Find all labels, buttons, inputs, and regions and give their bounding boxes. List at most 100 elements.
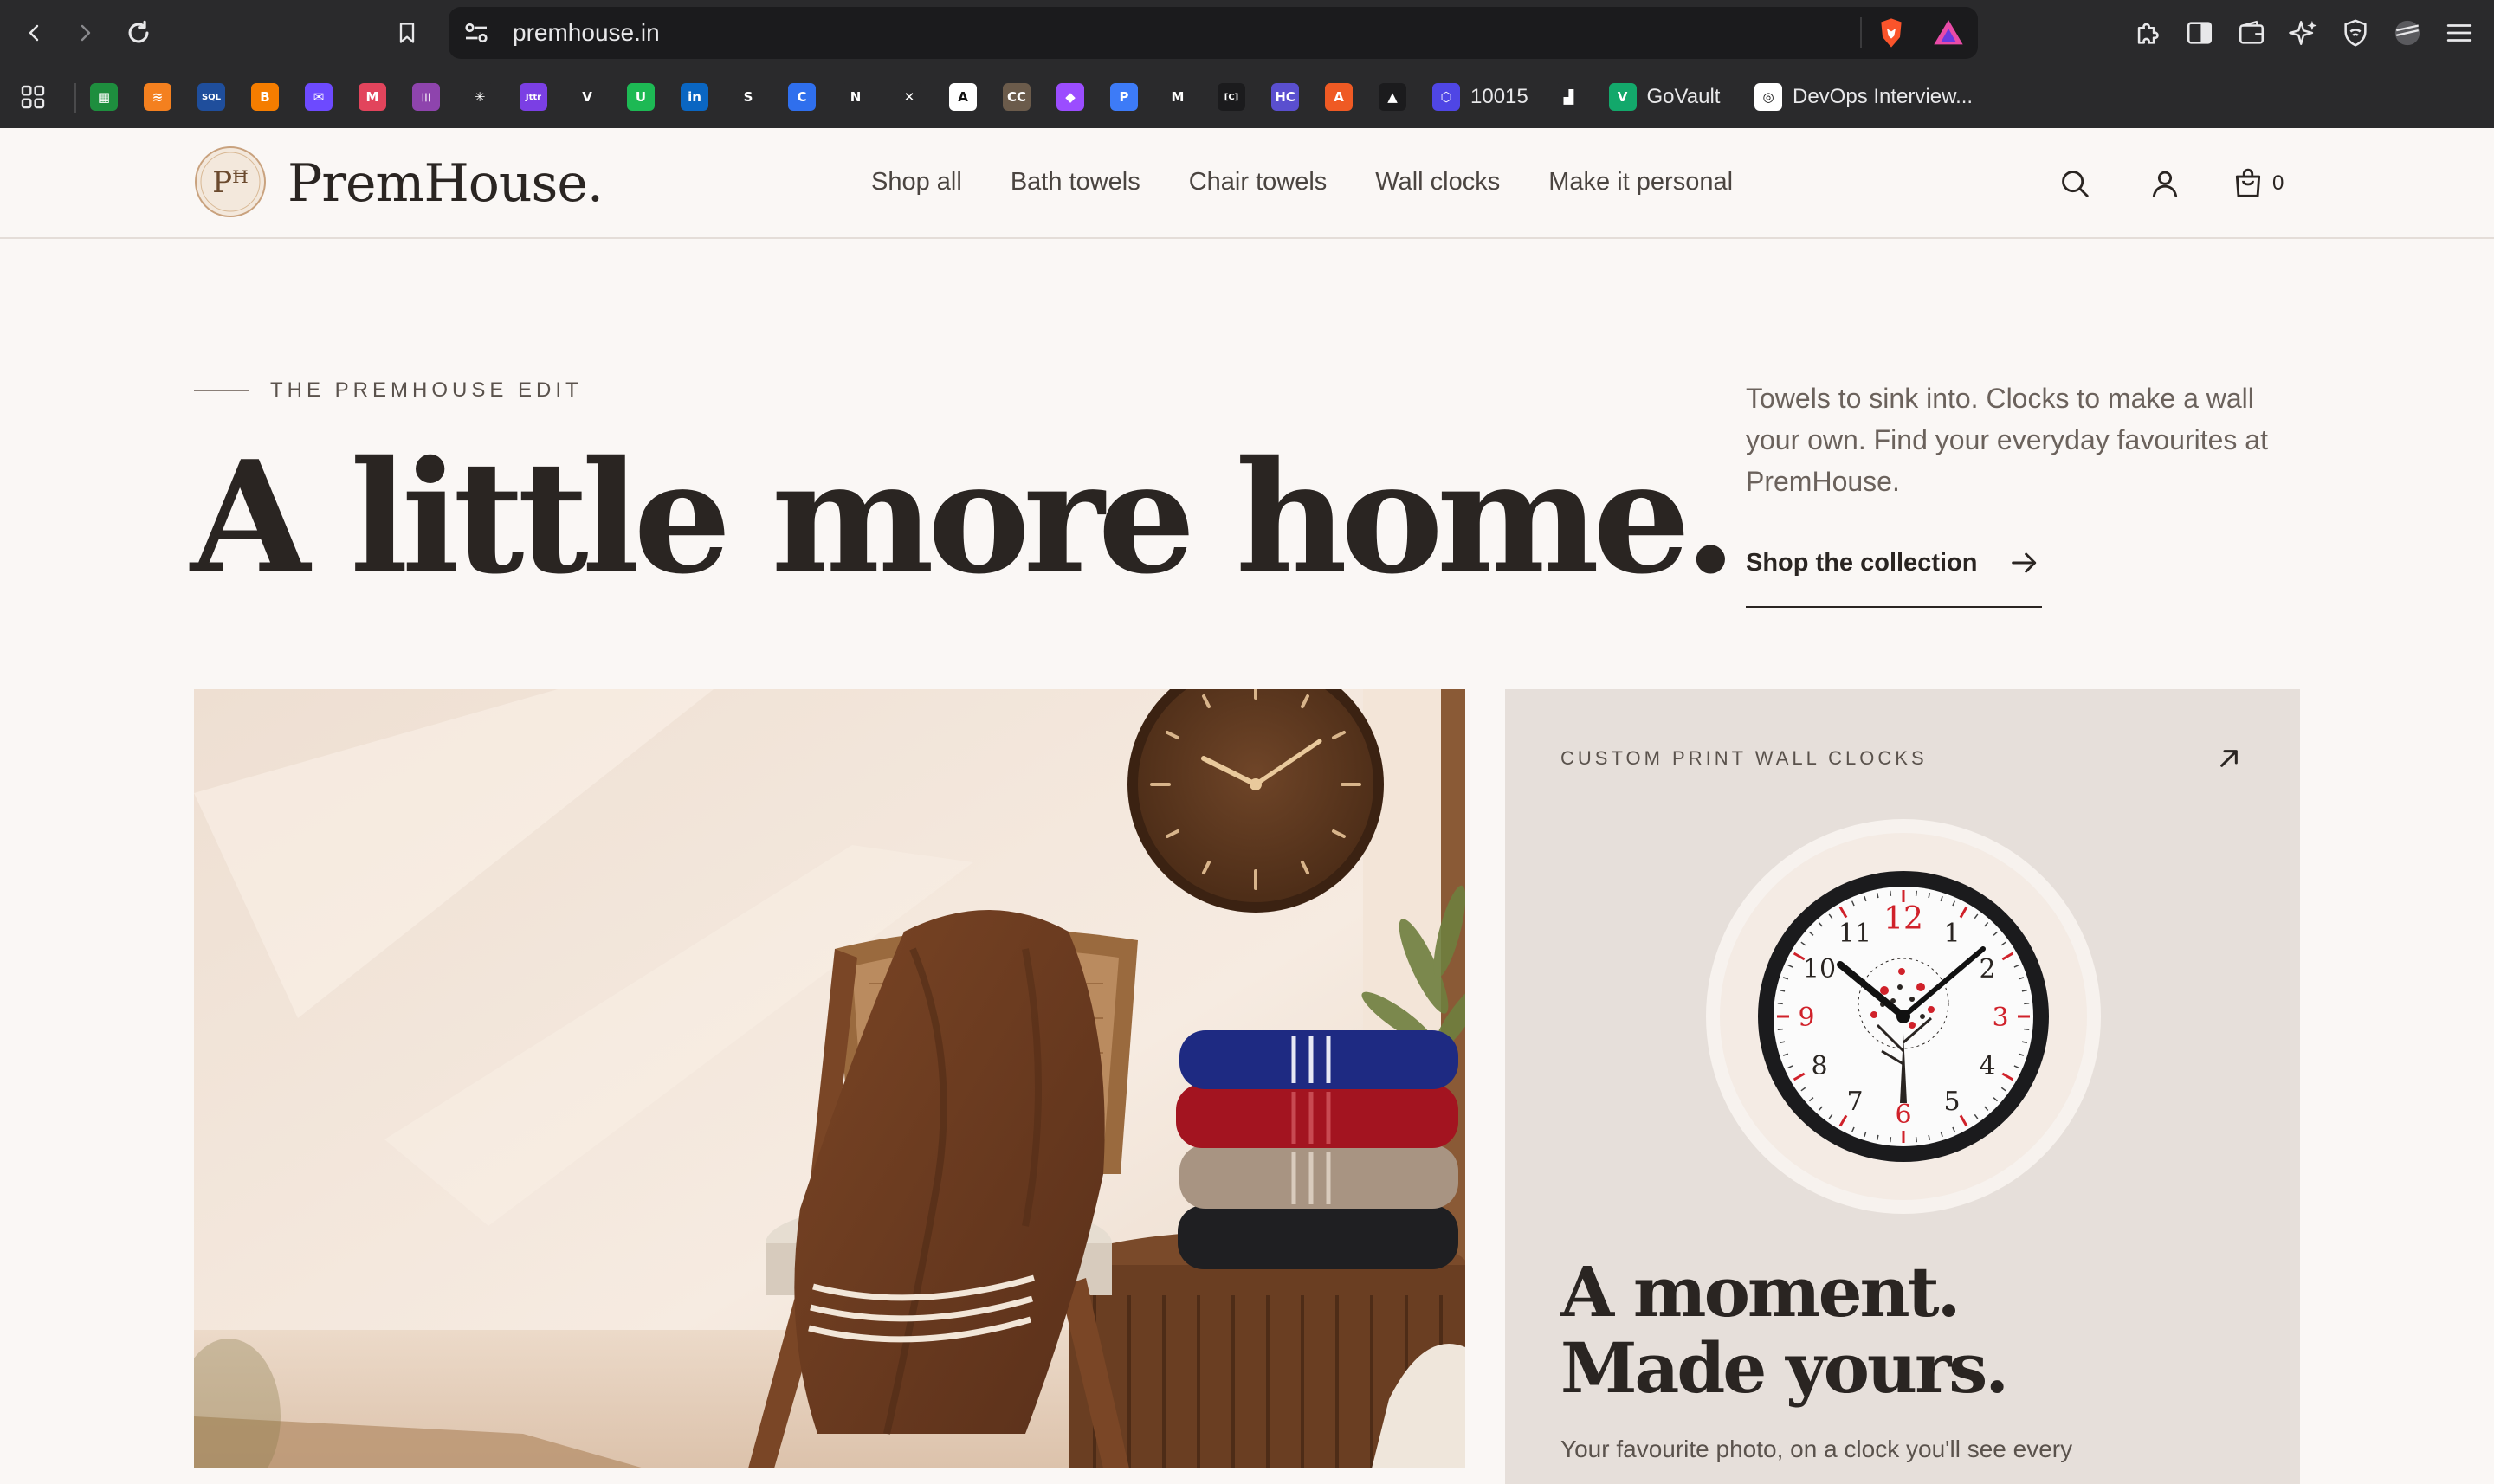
nav-wall-clocks[interactable]: Wall clocks [1375,165,1500,199]
brave-rewards-icon[interactable] [1931,16,1966,50]
user-icon [2152,171,2178,197]
linkedin-icon: in [681,83,708,111]
a-orange-icon: A [1325,83,1353,111]
building-icon: ▟ [1554,83,1583,111]
bookmark-apps-grid[interactable] [19,81,47,113]
reload-icon [128,20,149,43]
spark-icon: ✳ [466,83,494,111]
bookmark-a-triangle[interactable]: ▲ [1379,81,1406,113]
brave-shields-icon[interactable] [1874,16,1909,50]
bookmark-diamond[interactable]: ◆ [1056,81,1084,113]
wallet-icon [2239,20,2265,44]
url-text[interactable]: premhouse.in [513,17,660,48]
bookmark-openai[interactable]: ◎ DevOps Interview... [1754,81,1973,113]
arrow-right-icon [2012,552,2037,573]
clock-tick [1889,1137,1892,1143]
chevron-right-icon [81,24,91,42]
bookmark-vue[interactable]: V [573,81,601,113]
bookmark-hc[interactable]: HC [1271,81,1299,113]
clock-number: 10 [1803,954,1836,984]
bookmark-jitter[interactable]: Jttr [520,81,547,113]
shield-wifi-icon [2344,19,2367,47]
premhouse-logo-icon[interactable]: Pꟸ [194,145,267,218]
bookmark-u[interactable]: U [627,81,655,113]
bookmark-blogger[interactable]: B [251,81,279,113]
back-button[interactable] [16,14,54,52]
bookmark-sql[interactable]: SQL [197,81,225,113]
hero-product-image[interactable] [194,689,1465,1468]
extensions-button[interactable] [2129,14,2167,52]
diamond-icon: ◆ [1056,83,1084,111]
hero-eyebrow: THE PREMHOUSE EDIT [270,378,583,402]
profile-button[interactable] [2388,14,2426,52]
hero-copy: Towels to sink into. Clocks to make a wa… [1746,383,2268,497]
site-header: Pꟸ PremHouse. Shop all Bath towels Chair… [0,128,2494,239]
bookmark-a-orange[interactable]: A [1325,81,1353,113]
s-icon: S [734,83,762,111]
bookmark-stack[interactable]: ≋ [144,81,171,113]
clock-number: 4 [1979,1051,1995,1081]
bookmark-mail[interactable]: ✉ [305,81,333,113]
bookmark-building[interactable]: ▟ [1554,81,1583,113]
account-button[interactable] [2146,165,2184,203]
bookmark-label: 10015 [1470,85,1528,108]
nav-chair-towels[interactable]: Chair towels [1189,165,1328,199]
bookmark-c[interactable]: C [788,81,816,113]
p-icon: P [1110,83,1138,111]
brand-name[interactable]: PremHouse. [288,149,604,218]
bookmark-bars[interactable]: ||| [412,81,440,113]
c-icon: C [788,83,816,111]
arrow-up-right-icon[interactable] [2212,741,2246,776]
nav-make-it-personal[interactable]: Make it personal [1548,165,1733,199]
site-settings-icon[interactable] [461,17,492,48]
bookmark-govault[interactable]: V GoVault [1608,81,1720,113]
bookmark-sheets[interactable]: ▦ [90,81,118,113]
custom-wall-clock-image: 12 12 3 45 6 78 9 1011 [1706,819,2101,1214]
bookmark-s[interactable]: S [734,81,762,113]
jitter-icon: Jttr [520,83,547,111]
sidebar-button[interactable] [2181,14,2219,52]
bookmark-n[interactable]: N [842,81,869,113]
bookmark-code[interactable]: [C] [1218,81,1245,113]
cart-button[interactable] [2229,165,2267,203]
govault-icon: V [1608,83,1637,111]
bookmark-p[interactable]: P [1110,81,1138,113]
clock-tick [1915,1137,1918,1143]
bookmark-spark[interactable]: ✳ [466,81,494,113]
a-icon: A [949,83,977,111]
bookmark-m[interactable]: M [1164,81,1192,113]
menu-button[interactable] [2440,14,2478,52]
clock-tick [1915,890,1918,896]
wallet-button[interactable] [2232,14,2271,52]
bookmark-cc[interactable]: CC [1003,81,1031,113]
nav-bath-towels[interactable]: Bath towels [1011,165,1140,199]
shop-collection-link[interactable]: Shop the collection [1746,545,2042,608]
bookmark-a[interactable]: A [949,81,977,113]
search-button[interactable] [2056,165,2094,203]
clock-card-eyebrow: CUSTOM PRINT WALL CLOCKS [1560,747,1928,769]
clock-card-title: A moment. Made yours. [1560,1254,2009,1406]
bookmark-hex[interactable]: ⬡ 10015 [1432,81,1528,113]
towel-chair-scene [194,689,1465,1468]
forward-button[interactable] [66,14,104,52]
stack-icon: ≋ [144,83,171,111]
main-nav: Shop all Bath towels Chair towels Wall c… [871,165,1733,199]
bookmark-page-button[interactable] [388,14,426,52]
bookmark-monday[interactable]: M [359,81,386,113]
clock-number: 6 [1895,1100,1911,1130]
clock-number: 12 [1883,901,1923,937]
address-bar[interactable]: premhouse.in [449,7,1978,59]
vpn-button[interactable] [2336,14,2374,52]
nav-shop-all[interactable]: Shop all [871,165,962,199]
custom-clocks-card[interactable]: CUSTOM PRINT WALL CLOCKS 12 1 2 3 4 5 6 7 8 9 10 11 [1505,689,2300,1484]
mail-icon: ✉ [305,83,333,111]
m-icon: M [1164,83,1192,111]
leo-ai-button[interactable] [2284,14,2323,52]
bookmark-linkedin[interactable]: in [681,81,708,113]
bookmark-label: DevOps Interview... [1793,85,1974,108]
urlbar-separator [1860,17,1862,48]
bookmark-icon [399,23,415,43]
bookmark-x[interactable]: ✕ [895,81,923,113]
eyebrow-rule [194,390,249,391]
reload-button[interactable] [120,14,158,52]
